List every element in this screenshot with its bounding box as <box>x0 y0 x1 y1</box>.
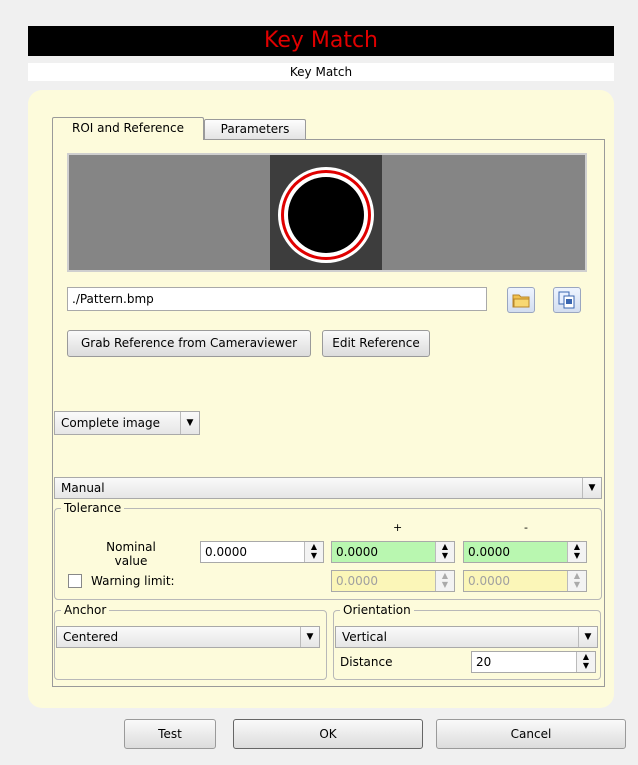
chevron-down-icon: ▼ <box>300 627 319 647</box>
warning-minus-value: 0.0000 <box>468 574 510 588</box>
warning-limit-label: Warning limit: <box>91 574 175 588</box>
warning-plus-input[interactable]: 0.0000 ▲ ▼ <box>331 570 455 592</box>
warning-plus-value: 0.0000 <box>336 574 378 588</box>
reference-path-field[interactable]: ./Pattern.bmp <box>67 287 487 311</box>
distance-value: 20 <box>476 655 492 669</box>
spin-arrows-icon[interactable]: ▲ ▼ <box>576 652 595 672</box>
spin-arrows-icon[interactable]: ▲ ▼ <box>435 571 454 591</box>
copy-file-icon <box>558 291 575 309</box>
spin-arrows-icon[interactable]: ▲ ▼ <box>304 542 323 562</box>
nominal-value: 0.0000 <box>205 545 247 559</box>
orientation-select[interactable]: Vertical ▼ <box>335 626 598 648</box>
spin-arrows-icon[interactable]: ▲ ▼ <box>567 542 586 562</box>
orientation-select-value: Vertical <box>342 630 387 644</box>
tab-parameters[interactable]: Parameters <box>204 119 306 139</box>
folder-icon <box>512 294 530 308</box>
minus-tolerance-input[interactable]: 0.0000 ▲ ▼ <box>463 541 587 563</box>
roi-select-value: Complete image <box>61 416 161 430</box>
dialog-subtitle: Key Match <box>28 63 614 81</box>
spin-arrows-icon[interactable]: ▲ ▼ <box>567 571 586 591</box>
spin-arrows-icon[interactable]: ▲ ▼ <box>435 542 454 562</box>
ok-button[interactable]: OK <box>233 719 423 749</box>
distance-input[interactable]: 20 ▲ ▼ <box>471 651 596 673</box>
warning-minus-input[interactable]: 0.0000 ▲ ▼ <box>463 570 587 592</box>
nominal-label: Nominal value <box>106 540 156 568</box>
plus-header: + <box>393 521 403 534</box>
dialog-title: Key Match <box>28 26 614 56</box>
anchor-select-value: Centered <box>63 630 119 644</box>
tab-roi-and-reference[interactable]: ROI and Reference <box>52 117 204 140</box>
tolerance-legend: Tolerance <box>64 501 122 515</box>
chevron-down-icon: ▼ <box>180 412 199 434</box>
reference-image <box>270 155 382 270</box>
minus-tolerance-value: 0.0000 <box>468 545 510 559</box>
mode-select[interactable]: Manual ▼ <box>54 477 602 499</box>
orientation-legend: Orientation <box>343 603 411 617</box>
chevron-down-icon: ▼ <box>578 627 597 647</box>
minus-header: - <box>524 521 528 534</box>
save-copy-button[interactable] <box>553 287 581 313</box>
cancel-button[interactable]: Cancel <box>436 719 626 749</box>
roi-select[interactable]: Complete image ▼ <box>54 411 200 435</box>
circle-pattern-icon <box>278 167 374 263</box>
plus-tolerance-value: 0.0000 <box>336 545 378 559</box>
anchor-select[interactable]: Centered ▼ <box>56 626 320 648</box>
edit-reference-button[interactable]: Edit Reference <box>322 330 430 357</box>
nominal-value-input[interactable]: 0.0000 ▲ ▼ <box>200 541 324 563</box>
open-folder-button[interactable] <box>507 287 535 313</box>
plus-tolerance-input[interactable]: 0.0000 ▲ ▼ <box>331 541 455 563</box>
distance-label: Distance <box>340 655 393 669</box>
grab-reference-button[interactable]: Grab Reference from Cameraviewer <box>67 330 311 357</box>
warning-limit-checkbox[interactable] <box>68 574 82 588</box>
chevron-down-icon: ▼ <box>582 478 601 498</box>
anchor-legend: Anchor <box>64 603 107 617</box>
mode-select-value: Manual <box>61 481 105 495</box>
test-button[interactable]: Test <box>124 719 216 749</box>
